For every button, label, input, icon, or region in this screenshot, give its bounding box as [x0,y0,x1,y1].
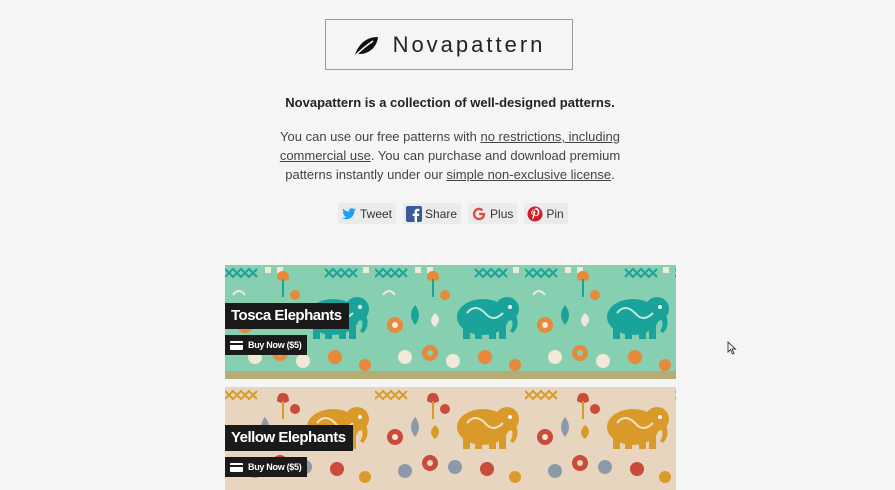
buy-now-button[interactable]: Buy Now ($5) [225,457,308,477]
license-link[interactable]: simple non-exclusive license [446,167,611,182]
description: You can use our free patterns with no re… [266,127,634,184]
mouse-cursor-icon [727,341,737,355]
tweet-label: Tweet [360,206,393,221]
credit-card-icon [230,462,243,472]
description-text-1: You can use our free patterns with [280,129,481,144]
leaf-icon [354,36,378,56]
credit-card-icon [230,340,243,350]
pattern-card-tosca-elephants[interactable]: Tosca Elephants Buy Now ($5) [225,265,676,379]
buy-now-label: Buy Now ($5) [248,340,302,350]
logo[interactable]: Novapattern [325,19,573,70]
share-buttons: Tweet Share Plus Pin [338,203,568,224]
twitter-icon [342,207,356,219]
facebook-share-button[interactable]: Share [403,203,462,224]
google-plus-button[interactable]: Plus [468,203,518,224]
facebook-icon [406,205,423,222]
buy-now-label: Buy Now ($5) [248,462,302,472]
pattern-title[interactable]: Tosca Elephants [225,303,349,329]
pattern-title[interactable]: Yellow Elephants [225,425,353,451]
google-plus-icon [472,207,486,220]
plus-label: Plus [490,206,514,221]
logo-text: Novapattern [392,31,546,57]
pinterest-icon [527,206,543,221]
pattern-card-yellow-elephants[interactable]: Yellow Elephants Buy Now ($5) [225,387,676,490]
description-text-3: . [611,167,615,182]
buy-now-button[interactable]: Buy Now ($5) [225,335,308,355]
tweet-button[interactable]: Tweet [338,203,397,224]
share-label: Share [425,206,458,221]
pin-label: Pin [546,206,564,221]
pinterest-pin-button[interactable]: Pin [524,203,568,224]
tagline: Novapattern is a collection of well-desi… [285,95,615,110]
